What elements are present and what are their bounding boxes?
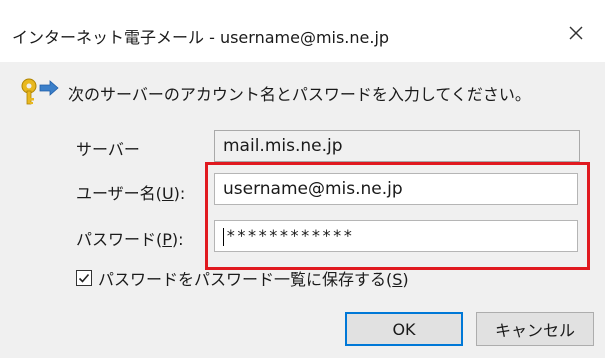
save-password-label-suffix: ) xyxy=(402,270,409,289)
password-label: パスワード(P): xyxy=(76,226,184,250)
username-input[interactable]: username@mis.ne.jp xyxy=(214,173,578,205)
window-title: インターネット電子メール - username@mis.ne.jp xyxy=(12,28,390,47)
username-label: ユーザー名(U): xyxy=(76,180,185,204)
password-input[interactable]: ************ xyxy=(214,220,578,252)
save-password-row[interactable]: パスワードをパスワード一覧に保存する(S) xyxy=(76,266,409,290)
save-password-checkbox[interactable] xyxy=(76,270,92,286)
username-accesskey: U xyxy=(161,184,174,203)
key-icon xyxy=(21,78,59,105)
close-button[interactable] xyxy=(556,16,596,50)
username-label-prefix: ユーザー名( xyxy=(76,184,162,203)
password-label-suffix: ): xyxy=(171,230,184,249)
text-caret xyxy=(223,227,224,246)
username-label-suffix: ): xyxy=(173,184,186,203)
server-label: サーバー xyxy=(76,140,140,159)
save-password-label: パスワードをパスワード一覧に保存する(S) xyxy=(98,266,409,290)
save-password-accesskey: S xyxy=(392,270,403,289)
save-password-label-prefix: パスワードをパスワード一覧に保存する( xyxy=(98,270,393,289)
dialog-content: 次のサーバーのアカウント名とパスワードを入力してください。 サーバー mail.… xyxy=(0,62,605,358)
login-dialog: インターネット電子メール - username@mis.ne.jp 次のサーバー… xyxy=(0,0,605,358)
checkmark-icon xyxy=(78,273,90,283)
password-label-prefix: パスワード( xyxy=(76,230,163,249)
server-field: mail.mis.ne.jp xyxy=(214,130,580,162)
password-accesskey: P xyxy=(162,230,172,249)
password-value: ************ xyxy=(226,226,354,245)
close-icon xyxy=(569,26,583,40)
cancel-button[interactable]: キャンセル xyxy=(476,312,594,346)
prompt-message: 次のサーバーのアカウント名とパスワードを入力してください。 xyxy=(68,85,531,104)
ok-button[interactable]: OK xyxy=(345,312,463,346)
title-bar: インターネット電子メール - username@mis.ne.jp xyxy=(0,0,605,62)
